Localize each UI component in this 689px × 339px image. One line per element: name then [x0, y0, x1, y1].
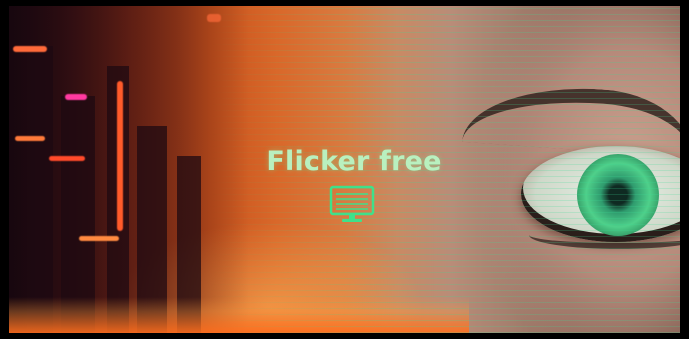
- banner-headline: Flicker free: [266, 146, 442, 177]
- banner-frame: Flicker free: [0, 0, 689, 339]
- flicker-free-banner: Flicker free: [9, 6, 680, 333]
- monitor-icon: [329, 185, 375, 222]
